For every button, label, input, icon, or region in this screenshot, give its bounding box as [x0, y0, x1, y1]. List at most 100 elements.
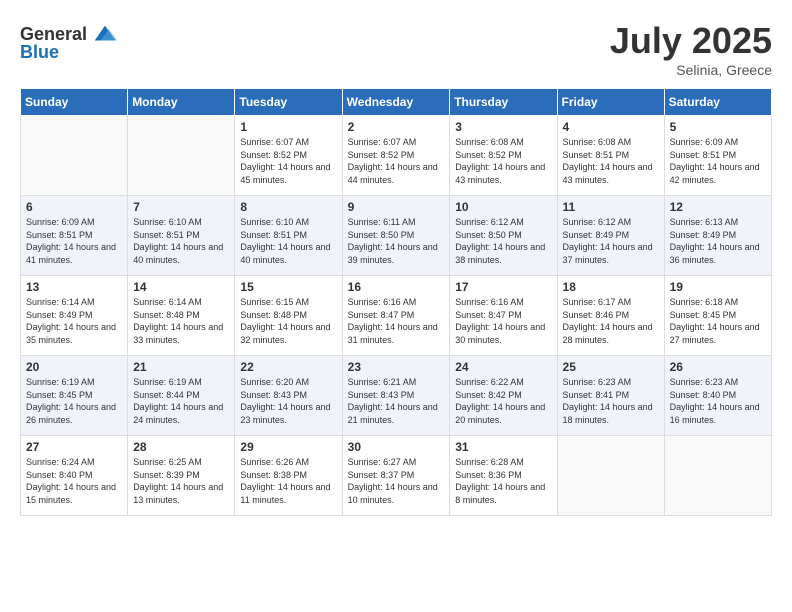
calendar-day-cell: 20Sunrise: 6:19 AM Sunset: 8:45 PM Dayli…: [21, 356, 128, 436]
day-info: Sunrise: 6:15 AM Sunset: 8:48 PM Dayligh…: [240, 296, 336, 346]
calendar-day-cell: 16 Sunrise: 6:16 AM Sunset: 8:47 PM Dayli…: [342, 276, 450, 356]
calendar-day-cell: 30 Sunrise: 6:27 AM Sunset: 8:37 PM Dayli…: [342, 436, 450, 516]
day-info: Sunrise: 6:26 AM Sunset: 8:38 PM Dayligh…: [240, 456, 336, 506]
logo-icon: [91, 20, 119, 48]
day-number: 20: [26, 360, 122, 374]
weekday-header-row: SundayMondayTuesdayWednesdayThursdayFrid…: [21, 89, 772, 116]
day-info: Sunrise: 6:10 AM Sunset: 8:51 PM Dayligh…: [240, 216, 336, 266]
day-info: Sunrise: 6:22 AM Sunset: 8:42 PM Dayligh…: [455, 376, 551, 426]
calendar-day-cell: 9Sunrise: 6:11 AM Sunset: 8:50 PM Daylig…: [342, 196, 450, 276]
day-number: 30: [348, 440, 445, 454]
calendar-day-cell: 24 Sunrise: 6:22 AM Sunset: 8:42 PM Dayli…: [450, 356, 557, 436]
day-number: 5: [670, 120, 766, 134]
weekday-header: Sunday: [21, 89, 128, 116]
day-number: 11: [563, 200, 659, 214]
day-number: 10: [455, 200, 551, 214]
day-info: Sunrise: 6:07 AM Sunset: 8:52 PM Dayligh…: [348, 136, 445, 186]
calendar-day-cell: [21, 116, 128, 196]
weekday-header: Tuesday: [235, 89, 342, 116]
day-number: 25: [563, 360, 659, 374]
day-info: Sunrise: 6:14 AM Sunset: 8:49 PM Dayligh…: [26, 296, 122, 346]
day-info: Sunrise: 6:24 AM Sunset: 8:40 PM Dayligh…: [26, 456, 122, 506]
page-header: General Blue July 2025 Selinia, Greece: [20, 20, 772, 78]
calendar-day-cell: 17Sunrise: 6:16 AM Sunset: 8:47 PM Dayli…: [450, 276, 557, 356]
day-info: Sunrise: 6:08 AM Sunset: 8:51 PM Dayligh…: [563, 136, 659, 186]
day-number: 26: [670, 360, 766, 374]
calendar-day-cell: 15Sunrise: 6:15 AM Sunset: 8:48 PM Dayli…: [235, 276, 342, 356]
calendar-title: July 2025: [610, 20, 772, 62]
calendar-week-row: 20Sunrise: 6:19 AM Sunset: 8:45 PM Dayli…: [21, 356, 772, 436]
calendar-day-cell: 8 Sunrise: 6:10 AM Sunset: 8:51 PM Daylig…: [235, 196, 342, 276]
day-number: 6: [26, 200, 122, 214]
calendar-week-row: 13Sunrise: 6:14 AM Sunset: 8:49 PM Dayli…: [21, 276, 772, 356]
day-info: Sunrise: 6:23 AM Sunset: 8:41 PM Dayligh…: [563, 376, 659, 426]
calendar-table: SundayMondayTuesdayWednesdayThursdayFrid…: [20, 88, 772, 516]
weekday-header: Friday: [557, 89, 664, 116]
day-number: 31: [455, 440, 551, 454]
day-number: 27: [26, 440, 122, 454]
day-info: Sunrise: 6:13 AM Sunset: 8:49 PM Dayligh…: [670, 216, 766, 266]
day-info: Sunrise: 6:12 AM Sunset: 8:50 PM Dayligh…: [455, 216, 551, 266]
day-info: Sunrise: 6:23 AM Sunset: 8:40 PM Dayligh…: [670, 376, 766, 426]
weekday-header: Saturday: [664, 89, 771, 116]
day-info: Sunrise: 6:14 AM Sunset: 8:48 PM Dayligh…: [133, 296, 229, 346]
day-info: Sunrise: 6:09 AM Sunset: 8:51 PM Dayligh…: [26, 216, 122, 266]
day-info: Sunrise: 6:19 AM Sunset: 8:44 PM Dayligh…: [133, 376, 229, 426]
day-info: Sunrise: 6:18 AM Sunset: 8:45 PM Dayligh…: [670, 296, 766, 346]
calendar-location: Selinia, Greece: [610, 62, 772, 78]
calendar-day-cell: 3 Sunrise: 6:08 AM Sunset: 8:52 PM Daylig…: [450, 116, 557, 196]
calendar-day-cell: 18 Sunrise: 6:17 AM Sunset: 8:46 PM Dayli…: [557, 276, 664, 356]
day-info: Sunrise: 6:20 AM Sunset: 8:43 PM Dayligh…: [240, 376, 336, 426]
calendar-day-cell: [664, 436, 771, 516]
day-info: Sunrise: 6:10 AM Sunset: 8:51 PM Dayligh…: [133, 216, 229, 266]
weekday-header: Thursday: [450, 89, 557, 116]
day-info: Sunrise: 6:25 AM Sunset: 8:39 PM Dayligh…: [133, 456, 229, 506]
day-number: 2: [348, 120, 445, 134]
day-info: Sunrise: 6:11 AM Sunset: 8:50 PM Dayligh…: [348, 216, 445, 266]
day-info: Sunrise: 6:16 AM Sunset: 8:47 PM Dayligh…: [455, 296, 551, 346]
calendar-day-cell: 23 Sunrise: 6:21 AM Sunset: 8:43 PM Dayli…: [342, 356, 450, 436]
calendar-day-cell: 31Sunrise: 6:28 AM Sunset: 8:36 PM Dayli…: [450, 436, 557, 516]
calendar-day-cell: 22Sunrise: 6:20 AM Sunset: 8:43 PM Dayli…: [235, 356, 342, 436]
day-number: 3: [455, 120, 551, 134]
day-number: 23: [348, 360, 445, 374]
logo: General Blue: [20, 20, 119, 63]
calendar-day-cell: 26 Sunrise: 6:23 AM Sunset: 8:40 PM Dayli…: [664, 356, 771, 436]
day-number: 4: [563, 120, 659, 134]
calendar-day-cell: 27 Sunrise: 6:24 AM Sunset: 8:40 PM Dayli…: [21, 436, 128, 516]
day-number: 16: [348, 280, 445, 294]
day-number: 1: [240, 120, 336, 134]
calendar-day-cell: 25 Sunrise: 6:23 AM Sunset: 8:41 PM Dayli…: [557, 356, 664, 436]
day-info: Sunrise: 6:21 AM Sunset: 8:43 PM Dayligh…: [348, 376, 445, 426]
calendar-day-cell: 11 Sunrise: 6:12 AM Sunset: 8:49 PM Dayli…: [557, 196, 664, 276]
day-info: Sunrise: 6:12 AM Sunset: 8:49 PM Dayligh…: [563, 216, 659, 266]
calendar-day-cell: 21 Sunrise: 6:19 AM Sunset: 8:44 PM Dayli…: [128, 356, 235, 436]
day-number: 21: [133, 360, 229, 374]
day-info: Sunrise: 6:16 AM Sunset: 8:47 PM Dayligh…: [348, 296, 445, 346]
calendar-day-cell: 1Sunrise: 6:07 AM Sunset: 8:52 PM Daylig…: [235, 116, 342, 196]
day-info: Sunrise: 6:08 AM Sunset: 8:52 PM Dayligh…: [455, 136, 551, 186]
calendar-day-cell: 29 Sunrise: 6:26 AM Sunset: 8:38 PM Dayli…: [235, 436, 342, 516]
calendar-day-cell: [128, 116, 235, 196]
day-number: 14: [133, 280, 229, 294]
day-info: Sunrise: 6:27 AM Sunset: 8:37 PM Dayligh…: [348, 456, 445, 506]
calendar-day-cell: 12Sunrise: 6:13 AM Sunset: 8:49 PM Dayli…: [664, 196, 771, 276]
day-number: 18: [563, 280, 659, 294]
calendar-week-row: 6 Sunrise: 6:09 AM Sunset: 8:51 PM Daylig…: [21, 196, 772, 276]
day-number: 24: [455, 360, 551, 374]
weekday-header: Monday: [128, 89, 235, 116]
weekday-header: Wednesday: [342, 89, 450, 116]
calendar-day-cell: 5 Sunrise: 6:09 AM Sunset: 8:51 PM Daylig…: [664, 116, 771, 196]
calendar-day-cell: 19 Sunrise: 6:18 AM Sunset: 8:45 PM Dayli…: [664, 276, 771, 356]
calendar-day-cell: 4 Sunrise: 6:08 AM Sunset: 8:51 PM Daylig…: [557, 116, 664, 196]
day-number: 29: [240, 440, 336, 454]
calendar-day-cell: 13Sunrise: 6:14 AM Sunset: 8:49 PM Dayli…: [21, 276, 128, 356]
calendar-day-cell: 28Sunrise: 6:25 AM Sunset: 8:39 PM Dayli…: [128, 436, 235, 516]
day-info: Sunrise: 6:17 AM Sunset: 8:46 PM Dayligh…: [563, 296, 659, 346]
day-info: Sunrise: 6:09 AM Sunset: 8:51 PM Dayligh…: [670, 136, 766, 186]
calendar-day-cell: 10 Sunrise: 6:12 AM Sunset: 8:50 PM Dayli…: [450, 196, 557, 276]
day-number: 8: [240, 200, 336, 214]
calendar-day-cell: 7Sunrise: 6:10 AM Sunset: 8:51 PM Daylig…: [128, 196, 235, 276]
calendar-day-cell: [557, 436, 664, 516]
day-number: 19: [670, 280, 766, 294]
